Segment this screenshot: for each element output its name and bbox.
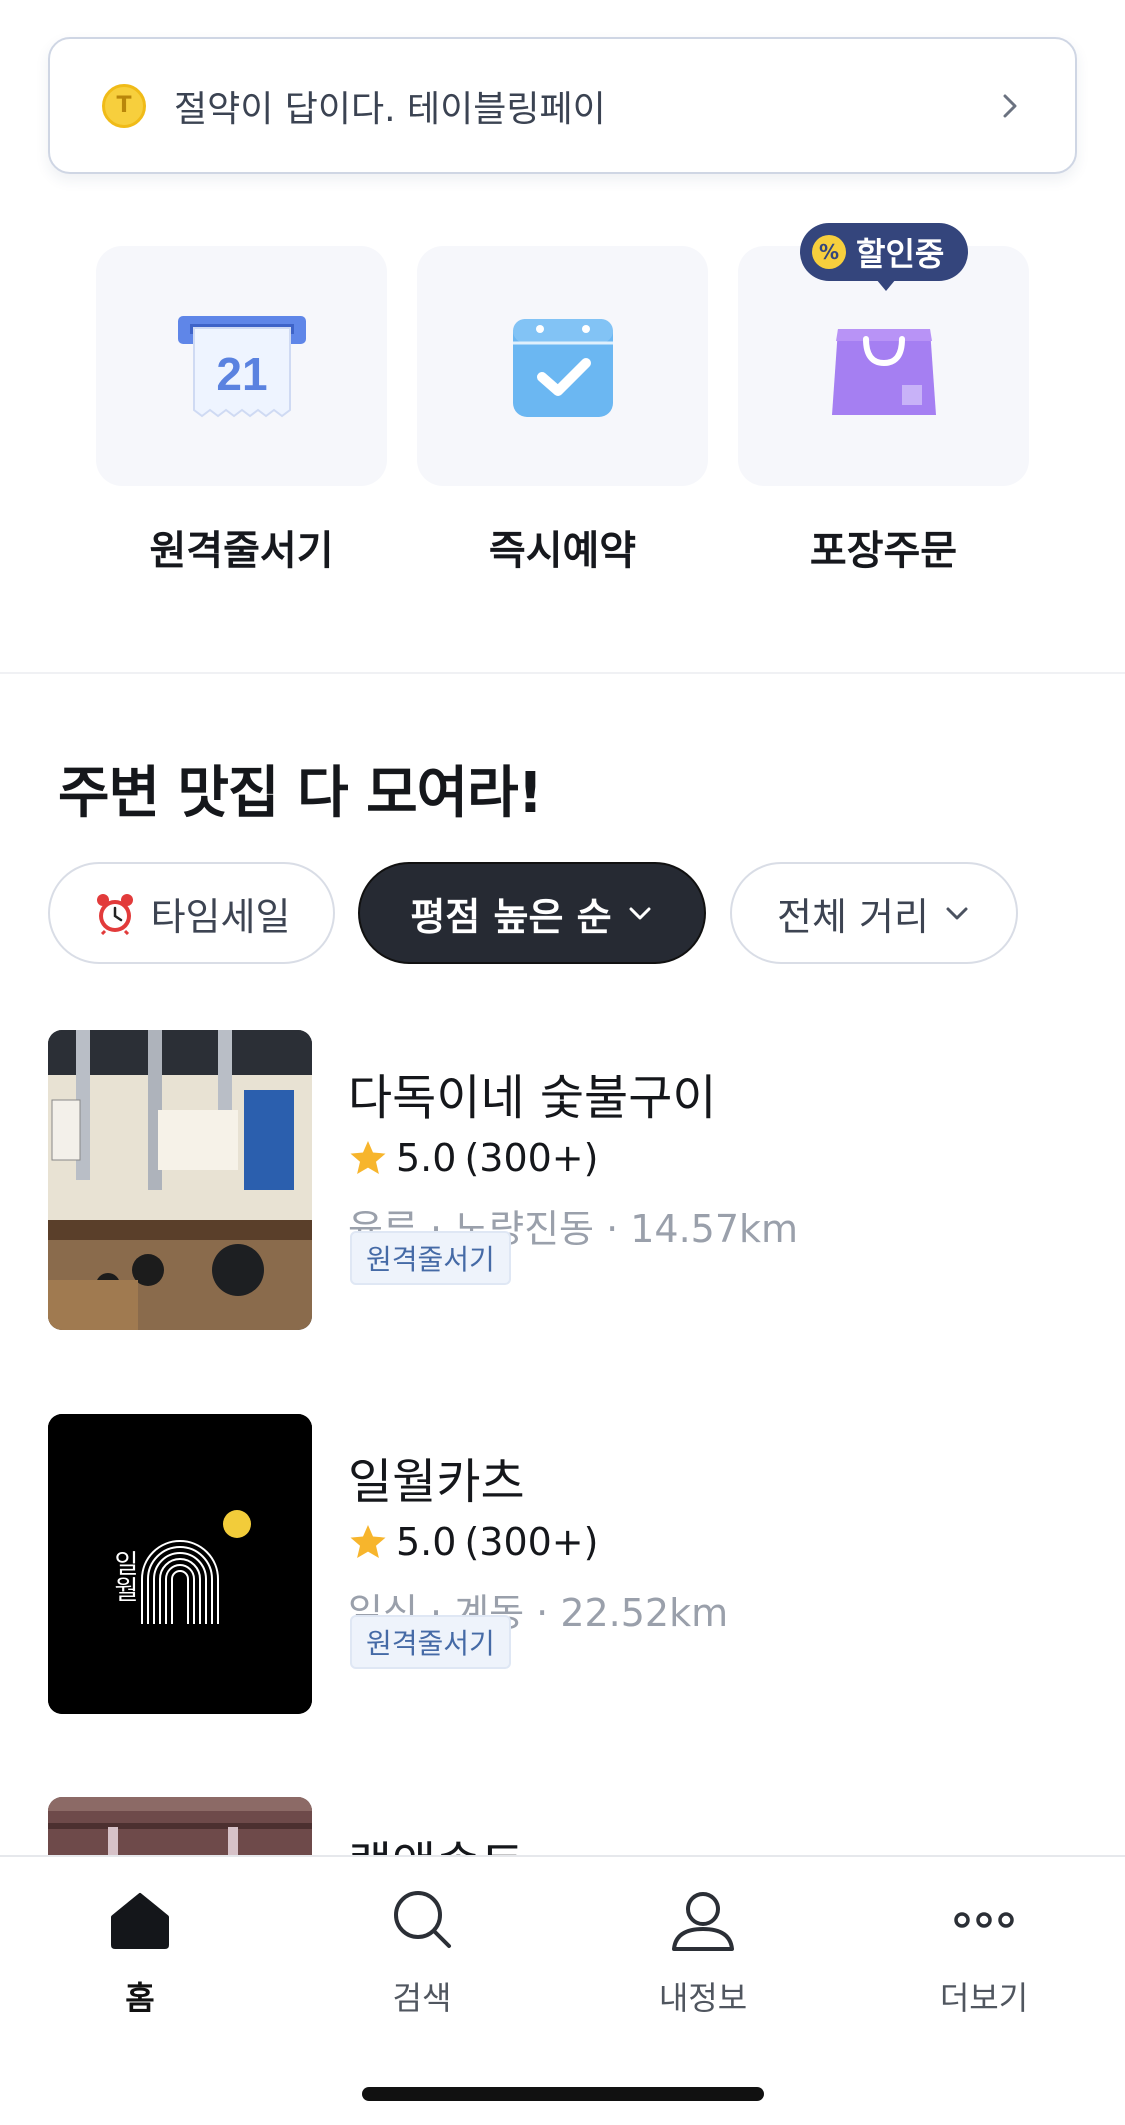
search-icon: [394, 1891, 451, 1948]
chevron-right-icon: [1003, 94, 1017, 117]
discount-badge-label: 할인중: [856, 235, 945, 273]
rating-value: 5.0: [396, 1136, 457, 1180]
nav-home[interactable]: 홈: [40, 1885, 240, 2019]
bottom-navigation: 홈 검색 내정보 더보기: [0, 1855, 1125, 2125]
ticket-calendar-icon: 21: [177, 316, 306, 418]
restaurant-item[interactable]: 일월 일월카츠 5.0 (300+) 일식 · 계동 · 22.52km 원격줄…: [48, 1414, 1078, 1714]
nav-search[interactable]: 검색: [322, 1885, 522, 2019]
home-icon: [111, 1893, 169, 1949]
section-divider: [0, 672, 1125, 674]
star-icon: [350, 1525, 386, 1558]
chevron-down-icon: [946, 907, 968, 920]
review-count: (300+): [464, 1520, 599, 1564]
instant-reservation-tile[interactable]: [417, 246, 708, 486]
takeout-order-label: 포장주문: [809, 528, 958, 574]
alarm-clock-icon: [96, 894, 133, 935]
calendar-check-icon: [512, 319, 613, 417]
filter-time-sale-label: 타임세일: [150, 894, 291, 939]
filter-sort-rating[interactable]: 평점 높은 순: [358, 862, 706, 964]
remote-queue-tile[interactable]: 21: [96, 246, 387, 486]
service-tag: 원격줄서기: [350, 1615, 511, 1669]
review-count: (300+): [464, 1136, 599, 1180]
percent-icon: %: [812, 235, 846, 269]
restaurant-rating: 5.0 (300+): [348, 1520, 598, 1564]
nav-more[interactable]: 더보기: [884, 1885, 1084, 2019]
restaurant-name: 일월카츠: [348, 1454, 525, 1510]
home-indicator: [362, 2087, 764, 2101]
user-icon: [672, 1892, 734, 1951]
rating-value: 5.0: [396, 1520, 457, 1564]
more-icon: [954, 1912, 1014, 1928]
nav-more-label: 더보기: [939, 1979, 1029, 2017]
restaurant-photo: [48, 1030, 312, 1330]
restaurant-rating: 5.0 (300+): [348, 1136, 598, 1180]
coin-letter: T: [116, 93, 132, 118]
shopping-bag-icon: [831, 329, 936, 415]
star-icon: [350, 1141, 386, 1174]
nav-my-info[interactable]: 내정보: [603, 1885, 803, 2019]
discount-badge: % 할인중: [800, 223, 968, 291]
chevron-down-icon: [629, 907, 651, 920]
instant-reservation-label: 즉시예약: [488, 528, 637, 574]
nav-search-label: 검색: [392, 1979, 452, 2017]
promo-banner[interactable]: T 절약이 답이다. 테이블링페이: [48, 37, 1077, 174]
filter-distance[interactable]: 전체 거리: [730, 862, 1018, 964]
section-title: 주변 맛집 다 모여라!: [58, 761, 543, 826]
restaurant-logo: 일월: [48, 1414, 312, 1714]
restaurant-item[interactable]: 다독이네 숯불구이 5.0 (300+) 육류 · 노량진동 · 14.57km…: [48, 1030, 1078, 1330]
logo-text: 일월: [109, 1550, 139, 1602]
nav-home-label: 홈: [125, 1979, 155, 2017]
nav-my-info-label: 내정보: [658, 1979, 748, 2017]
promo-text: 절약이 답이다. 테이블링페이: [174, 88, 606, 130]
coin-icon: T: [102, 83, 146, 128]
service-tag: 원격줄서기: [350, 1231, 511, 1285]
filter-sort-rating-label: 평점 높은 순: [410, 894, 612, 939]
calendar-day-text: 21: [216, 348, 267, 400]
filter-time-sale[interactable]: 타임세일: [48, 862, 335, 964]
restaurant-name: 다독이네 숯불구이: [348, 1070, 717, 1126]
remote-queue-label: 원격줄서기: [149, 528, 334, 574]
filter-distance-label: 전체 거리: [777, 894, 929, 939]
